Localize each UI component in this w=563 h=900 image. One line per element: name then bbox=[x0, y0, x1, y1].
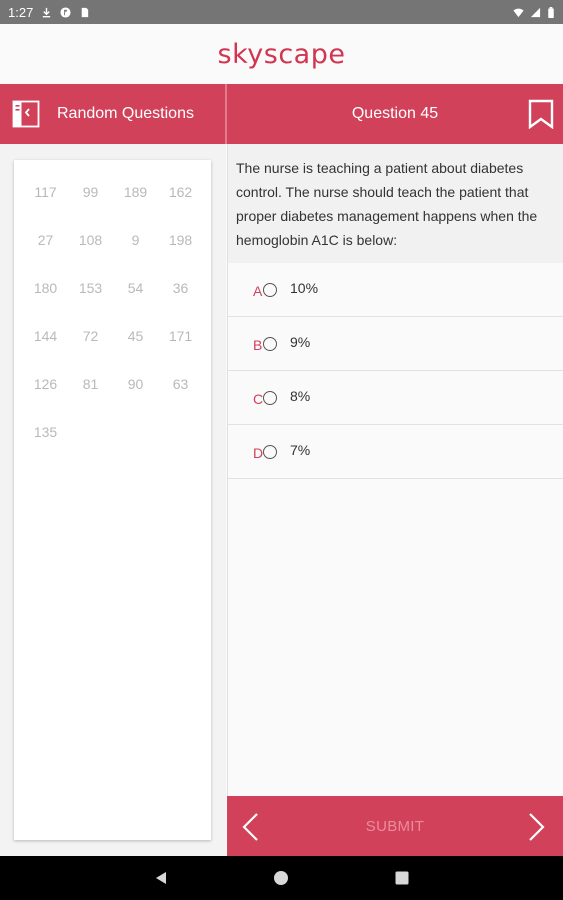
back-icon[interactable] bbox=[153, 870, 169, 886]
question-number[interactable]: 135 bbox=[23, 422, 68, 442]
question-number[interactable]: 171 bbox=[158, 326, 203, 346]
system-nav-bar bbox=[0, 856, 563, 900]
option-text: 8% bbox=[290, 388, 311, 404]
question-number[interactable]: 36 bbox=[158, 278, 203, 298]
random-questions-title: Random Questions bbox=[57, 105, 194, 122]
question-number[interactable]: 9 bbox=[113, 230, 158, 250]
status-time: 1:27 bbox=[8, 4, 34, 20]
question-title: Question 45 bbox=[351, 105, 439, 122]
question-number[interactable]: 108 bbox=[68, 230, 113, 250]
option-letter: C bbox=[253, 391, 264, 407]
chevron-left-icon[interactable] bbox=[240, 812, 260, 842]
question-text: The nurse is teaching a patient about di… bbox=[228, 144, 563, 263]
battery-icon bbox=[548, 6, 554, 18]
random-questions-header[interactable]: Random Questions bbox=[0, 84, 225, 144]
option-text: 9% bbox=[290, 334, 311, 350]
question-number[interactable]: 63 bbox=[158, 374, 203, 394]
chevron-right-icon[interactable] bbox=[527, 812, 547, 842]
question-number[interactable]: 81 bbox=[68, 374, 113, 394]
home-icon[interactable] bbox=[273, 870, 289, 886]
skyscape-logo: skyscape bbox=[217, 38, 346, 70]
question-number[interactable]: 189 bbox=[113, 182, 158, 202]
option-text: 10% bbox=[290, 280, 319, 296]
question-list-pane: 117 99 189 162 27 108 9 198 180 153 54 3… bbox=[0, 144, 226, 856]
question-number[interactable]: 180 bbox=[23, 278, 68, 298]
question-number[interactable]: 90 bbox=[113, 374, 158, 394]
answer-option-c[interactable]: C 8% bbox=[228, 371, 563, 425]
question-number[interactable]: 198 bbox=[158, 230, 203, 250]
question-number[interactable]: 117 bbox=[23, 182, 68, 202]
question-number[interactable]: 72 bbox=[68, 326, 113, 346]
question-number[interactable]: 54 bbox=[113, 278, 158, 298]
question-number[interactable]: 99 bbox=[68, 182, 113, 202]
app-header: skyscape bbox=[0, 24, 563, 84]
question-list-card: 117 99 189 162 27 108 9 198 180 153 54 3… bbox=[14, 160, 211, 840]
app-notification-icon bbox=[60, 6, 71, 18]
question-pane: The nurse is teaching a patient about di… bbox=[227, 144, 563, 796]
question-header: Question 45 bbox=[227, 84, 563, 144]
wifi-icon bbox=[513, 8, 524, 17]
radio-button[interactable] bbox=[263, 444, 277, 459]
download-icon bbox=[43, 7, 51, 17]
radio-button[interactable] bbox=[263, 390, 277, 405]
option-letter: A bbox=[253, 283, 263, 299]
question-number[interactable]: 45 bbox=[113, 326, 158, 346]
question-number-grid: 117 99 189 162 27 108 9 198 180 153 54 3… bbox=[23, 182, 203, 442]
question-number[interactable]: 144 bbox=[23, 326, 68, 346]
question-number[interactable]: 162 bbox=[158, 182, 203, 202]
question-number[interactable]: 27 bbox=[23, 230, 68, 250]
option-letter: D bbox=[253, 445, 264, 461]
status-bar: 1:27 bbox=[0, 0, 563, 24]
radio-button[interactable] bbox=[263, 336, 277, 351]
book-icon[interactable] bbox=[12, 100, 40, 128]
question-number[interactable]: 126 bbox=[23, 374, 68, 394]
question-number[interactable]: 153 bbox=[68, 278, 113, 298]
answer-option-d[interactable]: D 7% bbox=[228, 425, 563, 479]
option-text: 7% bbox=[290, 442, 311, 458]
bookmark-icon[interactable] bbox=[527, 99, 555, 129]
answer-option-a[interactable]: A 10% bbox=[228, 263, 563, 317]
answer-option-b[interactable]: B 9% bbox=[228, 317, 563, 371]
sd-card-icon bbox=[82, 7, 89, 17]
submit-button[interactable]: SUBMIT bbox=[366, 818, 424, 835]
question-footer: SUBMIT bbox=[227, 796, 563, 856]
option-letter: B bbox=[253, 337, 263, 353]
recents-icon[interactable] bbox=[394, 870, 410, 886]
signal-icon bbox=[530, 7, 541, 17]
radio-button[interactable] bbox=[263, 282, 277, 297]
